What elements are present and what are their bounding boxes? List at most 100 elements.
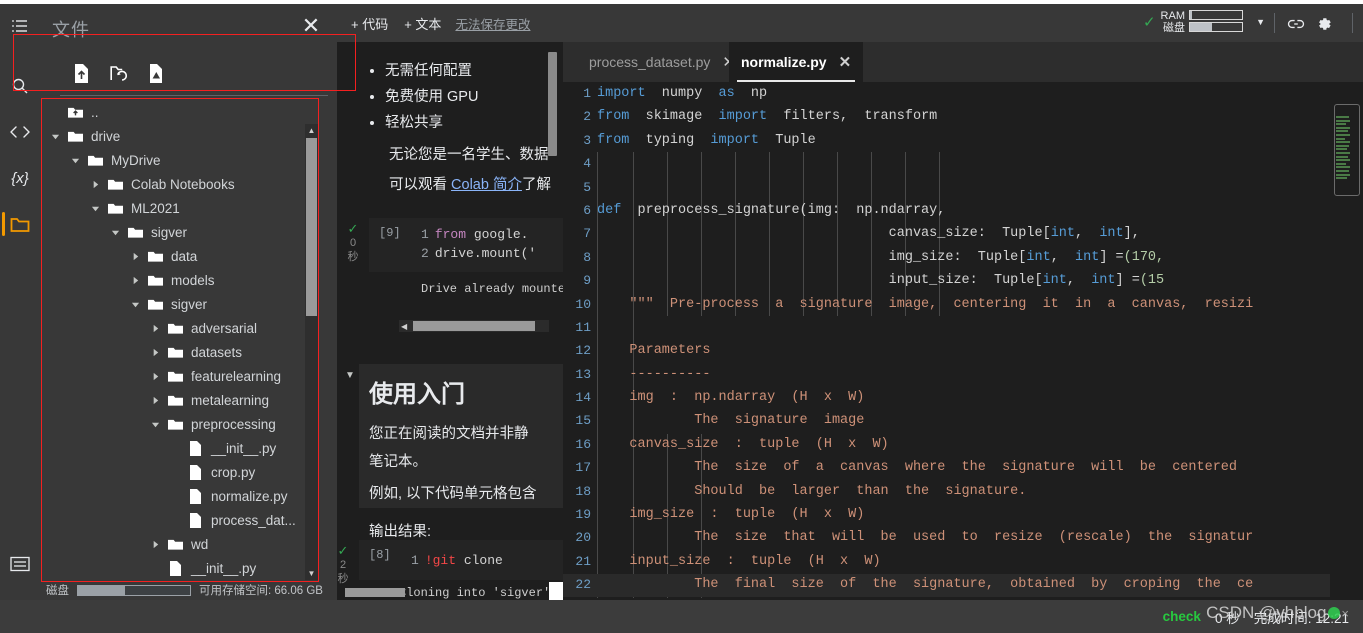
code-line[interactable]: 7 canvas_size: Tuple[int, int], xyxy=(563,222,1363,245)
code-line[interactable]: 16 canvas_size : tuple (H x W) xyxy=(563,433,1363,456)
chevron-right-icon[interactable] xyxy=(86,180,104,189)
code-line[interactable]: 6 def preprocess_signature(img: np.ndarra… xyxy=(563,199,1363,222)
notebook-code-cell-8[interactable]: ✓ 2 秒 [8] 1 !git clone xyxy=(338,540,563,585)
notebook-resize-handle[interactable] xyxy=(549,582,563,600)
tree-item-label: MyDrive xyxy=(111,152,161,168)
tree-item-preprocessing[interactable]: preprocessing xyxy=(42,412,318,436)
mount-drive-icon[interactable] xyxy=(138,57,176,89)
code-line[interactable]: 5 xyxy=(563,176,1363,199)
code-line[interactable]: 11 xyxy=(563,316,1363,339)
chevron-right-icon[interactable] xyxy=(146,348,164,357)
code-minimap[interactable] xyxy=(1330,82,1363,600)
code-line-number: 2 xyxy=(583,109,591,125)
hamburger-icon[interactable] xyxy=(0,6,40,46)
collapse-section-icon[interactable]: ▼ xyxy=(345,370,355,381)
close-icon[interactable]: ✕ xyxy=(839,53,852,71)
code-line[interactable]: 21 input_size : tuple (H x W) xyxy=(563,550,1363,573)
notebook-code-cell-9[interactable]: ✓ 0 秒 [9] 1 from google. 2 drive.mount(' xyxy=(348,218,563,272)
chevron-down-icon[interactable] xyxy=(86,204,104,213)
tree-item-drive[interactable]: drive xyxy=(42,124,318,148)
upload-file-icon[interactable] xyxy=(62,57,100,89)
code-line[interactable]: 18 Should be larger than the signature. xyxy=(563,480,1363,503)
tree-item-datasets[interactable]: datasets xyxy=(42,340,318,364)
code-line[interactable]: 17 The size of a canvas where the signat… xyxy=(563,456,1363,479)
chevron-down-icon[interactable] xyxy=(46,132,64,141)
disk-meter-fill xyxy=(78,585,126,595)
code-content[interactable]: 1 import numpy as np 2 from skimage import … xyxy=(563,82,1363,600)
resource-monitor[interactable]: ✓ RAM 磁盘 xyxy=(1143,10,1243,34)
code-line[interactable]: 2 from skimage import filters, transform xyxy=(563,105,1363,128)
link-icon[interactable] xyxy=(1285,13,1307,35)
code-line[interactable]: 15 The signature image xyxy=(563,409,1363,432)
chevron-down-icon[interactable] xyxy=(66,156,84,165)
cell-source[interactable]: 1 from google. 2 drive.mount(' xyxy=(421,225,536,263)
scrollbar-thumb[interactable] xyxy=(413,321,535,331)
tree-item-sigver[interactable]: sigver xyxy=(42,292,318,316)
code-line[interactable]: 9 input_size: Tuple[int, int] =(15 xyxy=(563,269,1363,292)
add-text-button[interactable]: + 文本 xyxy=(396,14,449,33)
notebook-horizontal-scrollbar[interactable] xyxy=(345,588,405,597)
tree-item-adversarial[interactable]: adversarial xyxy=(42,316,318,340)
code-line[interactable]: 20 The size that will be used to resize … xyxy=(563,526,1363,549)
tab-process_dataset-py[interactable]: process_dataset.py ✕ xyxy=(577,42,747,82)
gear-icon[interactable] xyxy=(1313,13,1335,35)
close-icon[interactable]: ✕ xyxy=(297,12,325,40)
code-line[interactable]: 14 img : np.ndarray (H x W) xyxy=(563,386,1363,409)
tree-item-sigver[interactable]: sigver xyxy=(42,220,318,244)
scroll-left-arrow[interactable]: ◀ xyxy=(401,322,407,331)
chevron-right-icon[interactable] xyxy=(146,540,164,549)
code-token: img_size : tuple (H x W) xyxy=(597,507,865,523)
code-line[interactable]: 10 """ Pre-process a signature image, ce… xyxy=(563,293,1363,316)
chevron-right-icon[interactable] xyxy=(146,372,164,381)
cell-source[interactable]: 1 !git clone xyxy=(411,551,503,570)
tree-item-init-py[interactable]: __init__.py xyxy=(42,436,318,460)
code-snippets-icon[interactable] xyxy=(0,112,40,152)
scroll-down-arrow[interactable]: ▼ xyxy=(305,567,318,580)
chevron-down-icon[interactable] xyxy=(146,420,164,429)
save-status-label[interactable]: 无法保存更改 xyxy=(455,14,530,33)
tree-item-data[interactable]: data xyxy=(42,244,318,268)
notebook-markdown-cell[interactable]: 使用入门 您正在阅读的文档并非静 笔记本。 例如, 以下代码单元格包含 xyxy=(359,364,563,508)
tree-item-models[interactable]: models xyxy=(42,268,318,292)
tree-item-process-dat[interactable]: process_dat... xyxy=(42,508,318,532)
tree-item-wd[interactable]: wd xyxy=(42,532,318,556)
code-line[interactable]: 19 img_size : tuple (H x W) xyxy=(563,503,1363,526)
tree-item-normalize-py[interactable]: normalize.py xyxy=(42,484,318,508)
code-line[interactable]: 3 from typing import Tuple xyxy=(563,129,1363,152)
chevron-down-icon[interactable] xyxy=(126,300,144,309)
chevron-right-icon[interactable] xyxy=(126,276,144,285)
tree-item-init-py[interactable]: __init__.py xyxy=(42,556,318,580)
file-tree-scrollbar[interactable]: ▲ ▼ xyxy=(305,124,318,580)
files-icon[interactable] xyxy=(0,204,40,244)
terminal-icon[interactable] xyxy=(8,552,32,576)
code-line[interactable]: 22 The final size of the signature, obta… xyxy=(563,573,1363,596)
chevron-down-icon[interactable]: ▼ xyxy=(1256,17,1265,27)
code-line[interactable]: 4 xyxy=(563,152,1363,175)
chevron-right-icon[interactable] xyxy=(146,396,164,405)
cell-output-hscrollbar-9[interactable]: ◀ xyxy=(399,320,549,332)
tree-item-colab-notebooks[interactable]: Colab Notebooks xyxy=(42,172,318,196)
code-line[interactable]: 1 import numpy as np xyxy=(563,82,1363,105)
tree-item-metalearning[interactable]: metalearning xyxy=(42,388,318,412)
tree-item-mydrive[interactable]: MyDrive xyxy=(42,148,318,172)
chevron-down-icon[interactable] xyxy=(106,228,124,237)
tree-item-crop-py[interactable]: crop.py xyxy=(42,460,318,484)
variables-icon[interactable]: {x} xyxy=(0,158,40,198)
scrollbar-thumb[interactable] xyxy=(306,138,317,316)
code-line[interactable]: 12 Parameters xyxy=(563,339,1363,362)
tree-item-label: data xyxy=(171,248,198,264)
tree-item-[interactable]: .. xyxy=(42,100,318,124)
search-icon[interactable] xyxy=(0,66,40,106)
add-code-button[interactable]: + 代码 xyxy=(343,14,396,33)
code-line[interactable]: 13 ---------- xyxy=(563,363,1363,386)
colab-intro-link[interactable]: Colab 简介 xyxy=(451,177,522,193)
chevron-right-icon[interactable] xyxy=(146,324,164,333)
refresh-folder-icon[interactable] xyxy=(100,57,138,89)
file-tree[interactable]: .. drive MyDrive Colab Notebooks ML2021 sigve… xyxy=(42,100,318,580)
tab-normalize-py[interactable]: normalize.py ✕ xyxy=(729,42,864,82)
chevron-right-icon[interactable] xyxy=(126,252,144,261)
scroll-up-arrow[interactable]: ▲ xyxy=(305,124,318,137)
code-line[interactable]: 8 img_size: Tuple[int, int] =(170, xyxy=(563,246,1363,269)
tree-item-ml2021[interactable]: ML2021 xyxy=(42,196,318,220)
tree-item-featurelearning[interactable]: featurelearning xyxy=(42,364,318,388)
